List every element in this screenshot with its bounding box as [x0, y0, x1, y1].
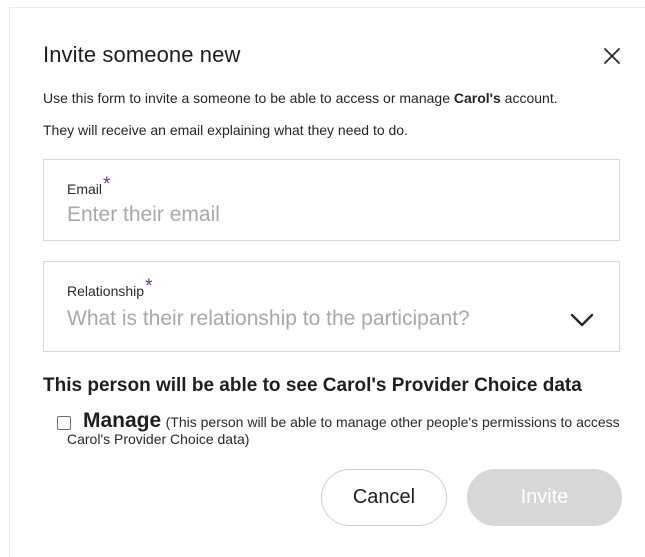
description-suffix: account. [500, 90, 558, 106]
email-input[interactable] [67, 201, 599, 229]
relationship-field-label: Relationship* [67, 276, 152, 302]
relationship-label-text: Relationship [67, 283, 145, 299]
close-button[interactable] [598, 42, 626, 70]
email-field-label: Email* [67, 174, 110, 200]
cancel-button[interactable]: Cancel [321, 469, 447, 526]
required-marker: * [103, 174, 111, 195]
manage-text: Manage (This person will be able to mana… [67, 409, 627, 448]
description-prefix: Use this form to invite a someone to be … [43, 90, 454, 106]
permissions-heading: This person will be able to see Carol's … [43, 375, 582, 396]
required-marker: * [145, 276, 153, 297]
email-field-container[interactable]: Email* [43, 159, 620, 241]
email-label-text: Email [67, 181, 103, 197]
relationship-placeholder: What is their relationship to the partic… [67, 307, 470, 330]
chevron-down-icon[interactable] [569, 312, 595, 328]
invite-button[interactable]: Invite [467, 469, 622, 526]
dialog-description-line1: Use this form to invite a someone to be … [43, 90, 558, 106]
invite-dialog: Invite someone new Use this form to invi… [0, 0, 645, 557]
dialog-title: Invite someone new [43, 42, 241, 67]
manage-label: Manage [83, 409, 162, 432]
relationship-select[interactable]: Relationship* What is their relationship… [43, 261, 620, 352]
dialog-description-line2: They will receive an email explaining wh… [43, 122, 408, 138]
close-icon [604, 48, 620, 64]
participant-name: Carol's [453, 90, 501, 106]
